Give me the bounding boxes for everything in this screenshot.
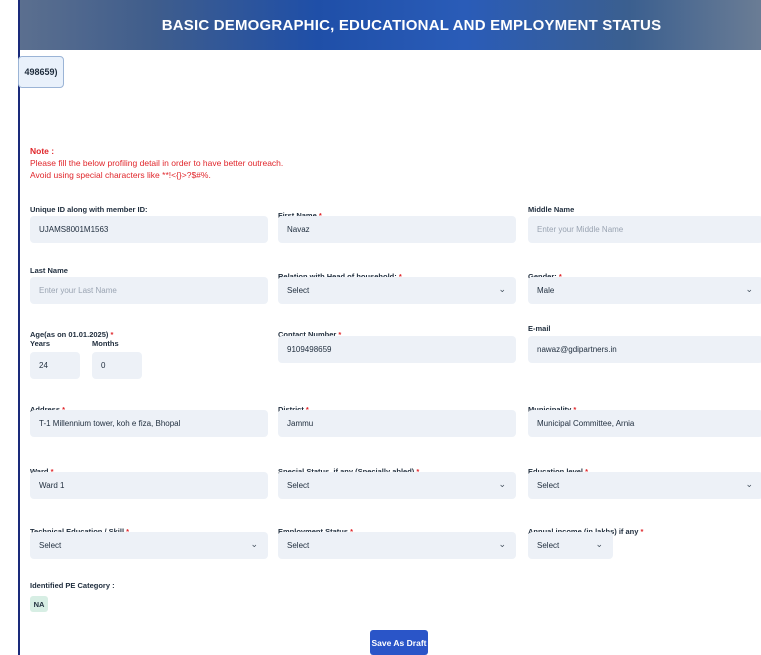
last-name-input[interactable]: Enter your Last Name (30, 277, 268, 304)
age-months-input[interactable]: 0 (92, 352, 142, 379)
special-status-select[interactable]: Select ⌄ (278, 472, 516, 499)
employment-select[interactable]: Select ⌄ (278, 532, 516, 559)
education-select-value: Select (537, 481, 560, 490)
chevron-down-icon: ⌄ (498, 479, 506, 489)
gender-select[interactable]: Male ⌄ (528, 277, 761, 304)
years-label: Years (30, 339, 51, 348)
last-name-label: Last Name (30, 266, 68, 275)
first-name-input[interactable]: Navaz (278, 216, 516, 243)
address-input[interactable]: T-1 Millennium tower, koh e fiza, Bhopal (30, 410, 268, 437)
email-label: E-mail (528, 324, 551, 333)
income-select-value: Select (537, 541, 560, 550)
page-title: BASIC DEMOGRAPHIC, EDUCATIONAL AND EMPLO… (161, 16, 662, 34)
age-label: Age(as on 01.01.2025) (30, 330, 109, 339)
chevron-down-icon: ⌄ (745, 284, 753, 294)
special-status-select-value: Select (287, 481, 310, 490)
relation-select[interactable]: Select ⌄ (278, 277, 516, 304)
unique-id-field: Unique ID along with member ID: (30, 205, 148, 214)
required-mark: * (638, 527, 644, 536)
unique-id-label: Unique ID along with member ID: (30, 205, 148, 214)
save-draft-button[interactable]: Save As Draft (370, 630, 428, 655)
age-years-input[interactable]: 24 (30, 352, 80, 379)
ward-input[interactable]: Ward 1 (30, 472, 268, 499)
pe-category-field: Identified PE Category : (30, 581, 115, 590)
email-field: E-mail (528, 324, 551, 333)
last-name-field: Last Name (30, 266, 68, 275)
chevron-down-icon: ⌄ (595, 539, 603, 549)
page-banner: BASIC DEMOGRAPHIC, EDUCATIONAL AND EMPLO… (20, 0, 761, 50)
middle-name-label: Middle Name (528, 205, 575, 214)
email-input[interactable]: nawaz@gdipartners.in (528, 336, 761, 363)
note-line-2: Avoid using special characters like **!<… (30, 170, 211, 180)
income-select[interactable]: Select ⌄ (528, 532, 613, 559)
unique-id-input[interactable]: UJAMS8001M1563 (30, 216, 268, 243)
member-id-chip[interactable]: 498659) (18, 56, 64, 88)
form-frame: BASIC DEMOGRAPHIC, EDUCATIONAL AND EMPLO… (18, 0, 761, 655)
chevron-down-icon: ⌄ (498, 539, 506, 549)
note-line-1: Please fill the below profiling detail i… (30, 158, 284, 168)
district-input[interactable]: Jammu (278, 410, 516, 437)
municipality-input[interactable]: Municipal Committee, Arnia (528, 410, 761, 437)
months-label: Months (92, 339, 119, 348)
chevron-down-icon: ⌄ (745, 479, 753, 489)
gender-select-value: Male (537, 286, 555, 295)
required-mark: * (108, 330, 114, 339)
middle-name-input[interactable]: Enter your Middle Name (528, 216, 761, 243)
note-box: Note : Please fill the below profiling d… (30, 145, 283, 181)
pe-category-label: Identified PE Category : (30, 581, 115, 590)
chevron-down-icon: ⌄ (250, 539, 258, 549)
pe-category-badge: NA (30, 596, 48, 612)
employment-select-value: Select (287, 541, 310, 550)
technical-select-value: Select (39, 541, 62, 550)
relation-select-value: Select (287, 286, 310, 295)
education-select[interactable]: Select ⌄ (528, 472, 761, 499)
chevron-down-icon: ⌄ (498, 284, 506, 294)
contact-input[interactable]: 9109498659 (278, 336, 516, 363)
note-title: Note : (30, 146, 55, 156)
middle-name-field: Middle Name (528, 205, 574, 214)
technical-select[interactable]: Select ⌄ (30, 532, 268, 559)
